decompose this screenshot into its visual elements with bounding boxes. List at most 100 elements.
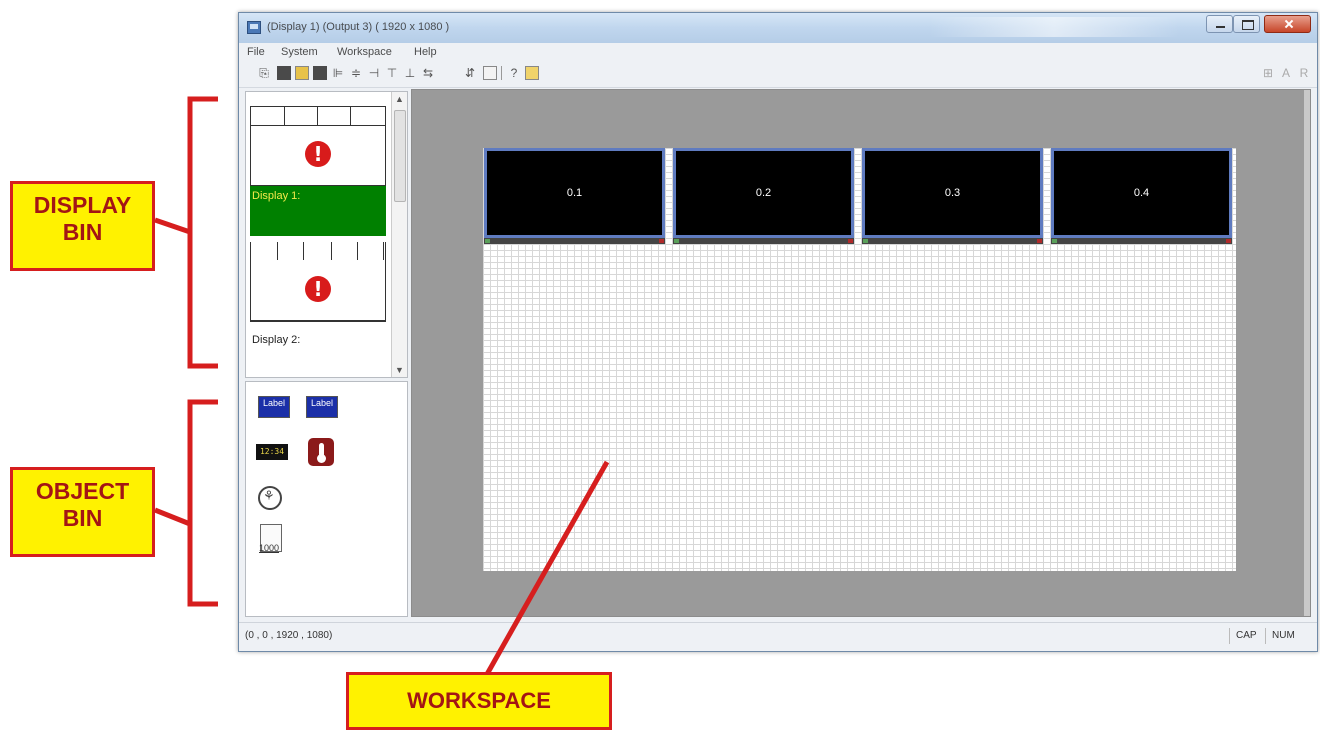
toolbar: ⎘ ⊫ ≑ ⊣ ⊤ ⊥ ⇆ ⇵ ? ⊞ A R xyxy=(239,61,1317,88)
menu-workspace[interactable]: Workspace xyxy=(337,46,392,58)
output-divider xyxy=(277,242,278,260)
grid-icon[interactable] xyxy=(525,66,539,80)
display-1-label[interactable]: Display 1: xyxy=(250,186,386,236)
screen-tile[interactable]: 0.2 xyxy=(673,148,854,238)
display-bin-callout-line1: DISPLAY xyxy=(33,192,132,218)
output-divider xyxy=(357,242,358,260)
display-2-label[interactable]: Display 2: xyxy=(252,334,300,346)
refresh-icon[interactable]: R xyxy=(1297,66,1311,80)
scroll-thumb[interactable] xyxy=(394,110,406,202)
align-top-icon[interactable]: ⊤ xyxy=(385,66,399,80)
app-window: (Display 1) (Output 3) ( 1920 x 1080 ) F… xyxy=(238,12,1318,652)
object-bin-bracket xyxy=(187,399,218,607)
clock-object-text: 12:34 xyxy=(259,447,285,456)
output-divider xyxy=(284,107,285,125)
screen-label: 0.4 xyxy=(1133,187,1150,199)
align-left-icon[interactable]: ⊫ xyxy=(331,66,345,80)
screen-tile[interactable]: 0.3 xyxy=(862,148,1043,238)
object-bin-callout-line2: BIN xyxy=(62,505,103,531)
num-indicator: NUM xyxy=(1265,628,1295,644)
output-divider xyxy=(350,107,351,125)
display-bin-pointer xyxy=(154,217,191,235)
maximize-button[interactable] xyxy=(1233,15,1260,33)
display-bin: ! Display 1: ! Display 2: ▲ ▼ xyxy=(245,91,408,378)
display-bin-callout: DISPLAY BIN xyxy=(10,181,155,271)
screen-label: 0.1 xyxy=(566,187,583,199)
clock-object-icon[interactable]: 12:34 xyxy=(256,444,288,460)
title-bar[interactable]: (Display 1) (Output 3) ( 1920 x 1080 ) xyxy=(239,13,1317,43)
display-bin-callout-line2: BIN xyxy=(62,219,103,245)
align-right-icon[interactable]: ⊣ xyxy=(367,66,381,80)
menu-bar: File System Workspace Help xyxy=(239,43,1317,61)
handle-marker xyxy=(848,239,853,243)
distribute-icon[interactable]: ⇆ xyxy=(421,66,435,80)
scroll-label-object-icon[interactable]: Label xyxy=(306,396,338,418)
workspace-callout-text: WORKSPACE xyxy=(407,688,551,713)
scroll-up-icon[interactable]: ▲ xyxy=(392,92,407,106)
handle-marker xyxy=(674,239,679,243)
app-icon[interactable] xyxy=(247,21,261,34)
zoom-fit-icon[interactable]: ⊞ xyxy=(1261,66,1275,80)
status-coordinates: (0 , 0 , 1920 , 1080) xyxy=(245,630,333,641)
minimize-button[interactable] xyxy=(1206,15,1233,33)
screen-label: 0.2 xyxy=(755,187,772,199)
output-divider xyxy=(331,242,332,260)
menu-system[interactable]: System xyxy=(281,46,318,58)
scroll-down-icon[interactable]: ▼ xyxy=(392,363,407,377)
menu-help[interactable]: Help xyxy=(414,46,437,58)
screen-handle-bar[interactable] xyxy=(1051,238,1232,244)
open-icon[interactable] xyxy=(277,66,291,80)
status-indicators: CAP NUM xyxy=(1189,628,1309,644)
workspace[interactable]: 0.1 0.2 0.3 0.4 xyxy=(411,89,1311,617)
object-bin: Label Label 12:34 1000 xyxy=(245,381,408,617)
object-bin-callout-line1: OBJECT xyxy=(35,478,130,504)
screen-tile[interactable]: 0.1 xyxy=(484,148,665,238)
layout-icon[interactable] xyxy=(483,66,497,80)
counter-object-icon[interactable]: 1000 xyxy=(259,524,282,553)
status-bar: (0 , 0 , 1920 , 1080) CAP NUM xyxy=(239,622,1317,651)
workspace-callout: WORKSPACE xyxy=(346,672,612,730)
temperature-object-icon[interactable] xyxy=(308,438,334,466)
output-divider xyxy=(383,242,384,260)
new-icon[interactable]: ⎘ xyxy=(257,66,271,80)
alert-icon: ! xyxy=(305,276,331,302)
alert-icon: ! xyxy=(305,141,331,167)
object-bin-pointer xyxy=(154,507,191,527)
handle-marker xyxy=(1037,239,1042,243)
properties-icon[interactable]: ⇵ xyxy=(463,66,477,80)
display-2-outputs xyxy=(251,242,385,260)
caps-indicator: CAP xyxy=(1229,628,1257,644)
menu-file[interactable]: File xyxy=(247,46,265,58)
title-bar-glare xyxy=(929,17,1179,37)
screen-label: 0.3 xyxy=(944,187,961,199)
zoom-in-icon[interactable]: A xyxy=(1279,66,1293,80)
help-icon[interactable]: ? xyxy=(507,66,521,80)
screen-handle-bar[interactable] xyxy=(673,238,854,244)
handle-marker xyxy=(1052,239,1057,243)
display-2-thumbnail[interactable]: ! xyxy=(250,242,386,322)
analog-clock-object-icon[interactable] xyxy=(258,486,282,510)
screen-handle-bar[interactable] xyxy=(862,238,1043,244)
label-object-icon[interactable]: Label xyxy=(258,396,290,418)
export-icon[interactable] xyxy=(295,66,309,80)
align-bottom-icon[interactable]: ⊥ xyxy=(403,66,417,80)
output-divider xyxy=(317,107,318,125)
display-2-baseline xyxy=(251,320,385,321)
handle-marker xyxy=(863,239,868,243)
workspace-scrollbar[interactable] xyxy=(1304,90,1310,616)
save-icon[interactable] xyxy=(313,66,327,80)
display-bin-scrollbar[interactable]: ▲ ▼ xyxy=(391,92,407,377)
handle-marker xyxy=(1226,239,1231,243)
align-center-icon[interactable]: ≑ xyxy=(349,66,363,80)
screen-handle-bar[interactable] xyxy=(484,238,665,244)
screen-tile[interactable]: 0.4 xyxy=(1051,148,1232,238)
display-1-thumbnail[interactable]: ! xyxy=(250,106,386,186)
display-1-outputs xyxy=(251,107,385,126)
display-1-name: Display 1: xyxy=(252,190,301,202)
close-button[interactable] xyxy=(1264,15,1311,33)
display-bin-bracket xyxy=(187,96,218,369)
window-title: (Display 1) (Output 3) ( 1920 x 1080 ) xyxy=(267,21,450,33)
object-bin-callout: OBJECT BIN xyxy=(10,467,155,557)
toolbar-separator xyxy=(501,66,502,80)
handle-marker xyxy=(485,239,490,243)
